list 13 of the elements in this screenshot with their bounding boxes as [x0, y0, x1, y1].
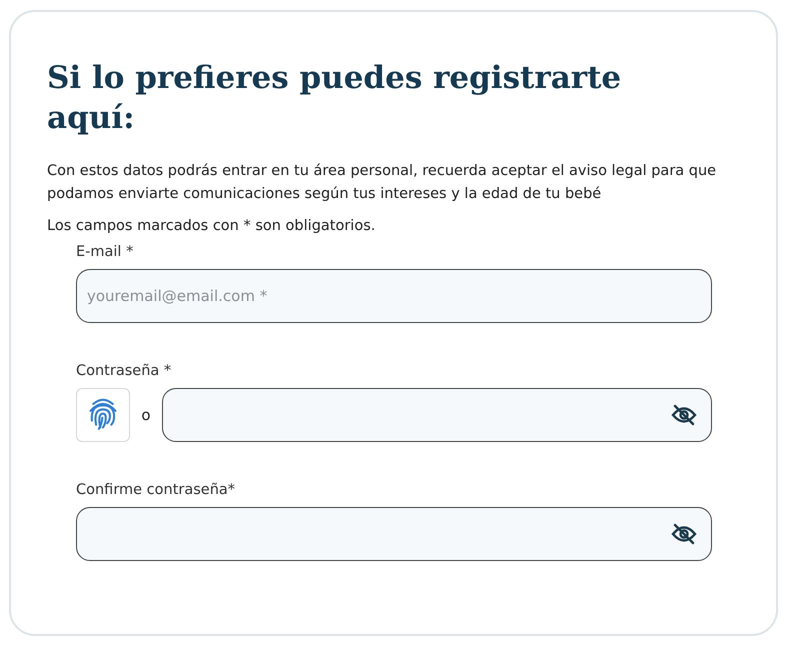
fingerprint-button[interactable]: [76, 388, 130, 442]
field-label: Contraseña *: [76, 362, 172, 381]
email-field[interactable]: youremail@email.com *: [76, 269, 712, 323]
hide-password-icon[interactable]: [671, 404, 697, 426]
hide-password-icon[interactable]: [671, 523, 697, 545]
intro-text: Con estos datos podrás entrar en tu área personal, recuerda aceptar el aviso legal para que podamos enviarte comunicaciones según tus intereses y la edad de tu bebé: [47, 162, 718, 204]
form-title: Si lo prefieres puedes registrarte aquí:: [47, 59, 622, 138]
required-note: Los campos marcados con * son obligatorios.: [47, 217, 376, 236]
field-label: Confirme contraseña*: [76, 481, 236, 500]
password-field[interactable]: [162, 388, 712, 442]
or-text: o: [140, 406, 152, 424]
password-field[interactable]: [76, 507, 712, 561]
field-label: E-mail *: [76, 243, 134, 262]
